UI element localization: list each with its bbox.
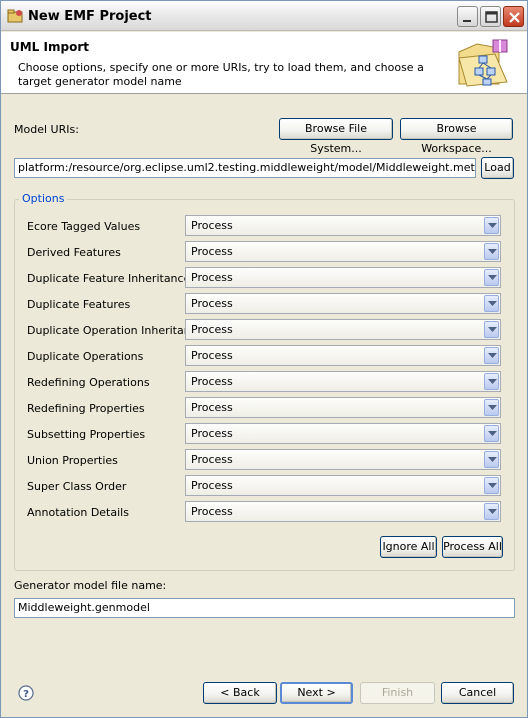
title-bar[interactable]: New EMF Project bbox=[1, 1, 527, 31]
option-value: Process bbox=[191, 297, 233, 310]
option-combo[interactable]: Process bbox=[185, 371, 501, 392]
minimize-button[interactable] bbox=[457, 6, 478, 27]
help-icon[interactable]: ? bbox=[18, 685, 34, 701]
close-icon bbox=[509, 12, 520, 23]
chevron-down-icon[interactable] bbox=[484, 243, 499, 260]
chevron-down-icon[interactable] bbox=[484, 217, 499, 234]
option-label: Annotation Details bbox=[27, 506, 129, 519]
back-button[interactable]: < Back bbox=[203, 682, 277, 704]
chevron-down-icon[interactable] bbox=[484, 451, 499, 468]
load-button[interactable]: Load bbox=[481, 157, 514, 179]
option-combo[interactable]: Process bbox=[185, 449, 501, 470]
option-combo[interactable]: Process bbox=[185, 423, 501, 444]
model-uri-input[interactable]: platform:/resource/org.eclipse.uml2.test… bbox=[14, 158, 476, 178]
ignore-all-button[interactable]: Ignore All bbox=[380, 536, 437, 558]
wizard-banner: UML Import Choose options, specify one o… bbox=[1, 32, 527, 94]
browse-workspace-button[interactable]: Browse Workspace... bbox=[400, 118, 513, 155]
chevron-down-icon[interactable] bbox=[484, 373, 499, 390]
option-combo[interactable]: Process bbox=[185, 475, 501, 496]
maximize-icon bbox=[485, 11, 498, 23]
generator-model-label: Generator model file name: bbox=[14, 579, 167, 592]
option-value: Process bbox=[191, 219, 233, 232]
page-title: UML Import bbox=[10, 40, 89, 54]
window-title: New EMF Project bbox=[28, 9, 152, 24]
new-emf-project-dialog: New EMF Project UML Import Choose option… bbox=[0, 0, 528, 718]
next-button[interactable]: Next > bbox=[280, 682, 353, 704]
option-value: Process bbox=[191, 375, 233, 388]
chevron-down-icon[interactable] bbox=[484, 425, 499, 442]
model-uris-label: Model URIs: bbox=[14, 123, 79, 136]
cancel-button[interactable]: Cancel bbox=[441, 682, 514, 704]
maximize-button[interactable] bbox=[480, 6, 501, 27]
option-combo[interactable]: Process bbox=[185, 293, 501, 314]
finish-button[interactable]: Finish bbox=[360, 682, 435, 704]
svg-text:?: ? bbox=[23, 689, 29, 700]
option-label: Duplicate Features bbox=[27, 298, 131, 311]
option-value: Process bbox=[191, 349, 233, 362]
option-combo[interactable]: Process bbox=[185, 345, 501, 366]
option-value: Process bbox=[191, 323, 233, 336]
emf-project-icon bbox=[7, 8, 23, 24]
import-wizard-icon bbox=[455, 38, 511, 90]
option-label: Derived Features bbox=[27, 246, 121, 259]
chevron-down-icon[interactable] bbox=[484, 399, 499, 416]
option-label: Redefining Properties bbox=[27, 402, 145, 415]
option-value: Process bbox=[191, 271, 233, 284]
option-value: Process bbox=[191, 401, 233, 414]
option-label: Duplicate Operations bbox=[27, 350, 144, 363]
option-label: Redefining Operations bbox=[27, 376, 150, 389]
option-value: Process bbox=[191, 427, 233, 440]
option-combo[interactable]: Process bbox=[185, 267, 501, 288]
option-combo[interactable]: Process bbox=[185, 215, 501, 236]
chevron-down-icon[interactable] bbox=[484, 347, 499, 364]
option-label: Subsetting Properties bbox=[27, 428, 146, 441]
option-label: Super Class Order bbox=[27, 480, 127, 493]
option-value: Process bbox=[191, 479, 233, 492]
chevron-down-icon[interactable] bbox=[484, 503, 499, 520]
option-label: Ecore Tagged Values bbox=[27, 220, 141, 233]
option-combo[interactable]: Process bbox=[185, 241, 501, 262]
option-label: Union Properties bbox=[27, 454, 118, 467]
option-value: Process bbox=[191, 505, 233, 518]
close-button[interactable] bbox=[503, 6, 524, 27]
browse-file-system-button[interactable]: Browse File System... bbox=[279, 118, 393, 155]
option-value: Process bbox=[191, 245, 233, 258]
option-label: Duplicate Operation Inheritance bbox=[27, 324, 204, 337]
option-combo[interactable]: Process bbox=[185, 397, 501, 418]
chevron-down-icon[interactable] bbox=[484, 295, 499, 312]
option-value: Process bbox=[191, 453, 233, 466]
generator-model-input[interactable]: Middleweight.genmodel bbox=[14, 598, 515, 618]
chevron-down-icon[interactable] bbox=[484, 477, 499, 494]
option-label: Duplicate Feature Inheritance bbox=[27, 272, 191, 285]
minimize-icon bbox=[463, 20, 471, 22]
chevron-down-icon[interactable] bbox=[484, 321, 499, 338]
page-description: Choose options, specify one or more URIs… bbox=[18, 61, 424, 88]
options-legend: Options bbox=[19, 192, 68, 205]
process-all-button[interactable]: Process All bbox=[442, 536, 503, 558]
chevron-down-icon[interactable] bbox=[484, 269, 499, 286]
option-combo[interactable]: Process bbox=[185, 319, 501, 340]
option-combo[interactable]: Process bbox=[185, 501, 501, 522]
